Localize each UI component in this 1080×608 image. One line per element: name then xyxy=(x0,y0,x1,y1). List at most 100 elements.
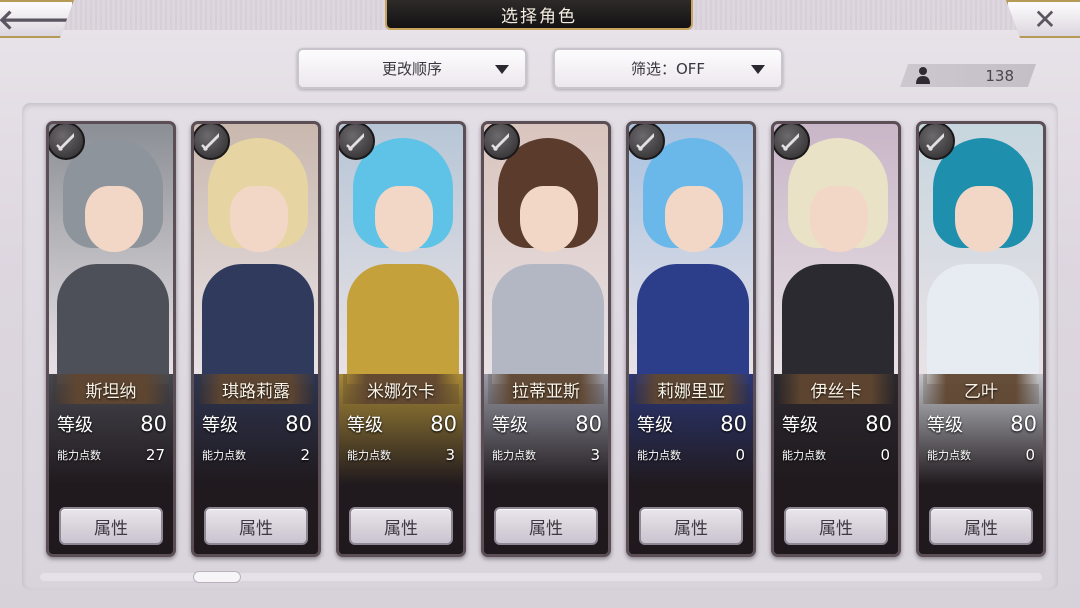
ability-points-label: 能力点数 xyxy=(637,449,681,462)
portrait-face xyxy=(665,186,723,252)
ability-points-value: 0 xyxy=(1025,446,1035,464)
ability-points-value: 27 xyxy=(145,446,165,464)
level-label: 等级 xyxy=(347,415,383,436)
level-label: 等级 xyxy=(202,415,238,436)
character-name: 拉蒂亚斯 xyxy=(488,374,604,404)
character-name: 乙叶 xyxy=(923,374,1039,404)
scrollbar-thumb[interactable] xyxy=(193,571,241,583)
character-count-value: 138 xyxy=(985,66,1014,85)
close-icon: ✕ xyxy=(1033,2,1057,36)
caret-down-icon xyxy=(495,65,509,74)
character-card[interactable]: 伊丝卡 等级 80 能力点数 0 属性 xyxy=(771,121,901,557)
level-label: 等级 xyxy=(927,415,963,436)
page-title: 选择角色 xyxy=(385,0,693,30)
ability-points-label: 能力点数 xyxy=(57,449,101,462)
character-card[interactable]: 斯坦纳 等级 80 能力点数 27 属性 xyxy=(46,121,176,557)
level-value: 80 xyxy=(575,412,602,436)
character-portrait xyxy=(484,124,608,384)
portrait-face xyxy=(520,186,578,252)
portrait-body xyxy=(782,264,894,384)
sword-icon xyxy=(484,124,520,160)
level-label: 等级 xyxy=(637,415,673,436)
level-value: 80 xyxy=(285,412,312,436)
character-name: 米娜尔卡 xyxy=(343,374,459,404)
character-name: 伊丝卡 xyxy=(778,374,894,404)
level-label: 等级 xyxy=(782,415,818,436)
character-portrait xyxy=(774,124,898,384)
character-portrait xyxy=(629,124,753,384)
portrait-body xyxy=(347,264,459,384)
portrait-body xyxy=(202,264,314,384)
level-value: 80 xyxy=(430,412,457,436)
portrait-face xyxy=(955,186,1013,252)
character-portrait xyxy=(919,124,1043,384)
arrow-left-icon: 🡐 xyxy=(0,3,73,36)
ability-points-row: 能力点数 0 xyxy=(927,444,1035,466)
ability-points-value: 2 xyxy=(300,446,310,464)
portrait-face xyxy=(375,186,433,252)
level-row: 等级 80 xyxy=(202,410,312,438)
sort-dropdown[interactable]: 更改顺序 xyxy=(297,48,527,89)
character-name: 莉娜里亚 xyxy=(633,374,749,404)
level-row: 等级 80 xyxy=(637,410,747,438)
level-row: 等级 80 xyxy=(492,410,602,438)
ability-points-row: 能力点数 2 xyxy=(202,444,310,466)
attributes-button[interactable]: 属性 xyxy=(494,507,598,545)
portrait-body xyxy=(492,264,604,384)
portrait-face xyxy=(85,186,143,252)
level-label: 等级 xyxy=(492,415,528,436)
ability-points-row: 能力点数 27 xyxy=(57,444,165,466)
ability-points-label: 能力点数 xyxy=(202,449,246,462)
character-card[interactable]: 乙叶 等级 80 能力点数 0 属性 xyxy=(916,121,1046,557)
character-name: 斯坦纳 xyxy=(53,374,169,404)
character-card[interactable]: 米娜尔卡 等级 80 能力点数 3 属性 xyxy=(336,121,466,557)
attributes-button[interactable]: 属性 xyxy=(59,507,163,545)
attributes-button[interactable]: 属性 xyxy=(349,507,453,545)
sword-icon xyxy=(194,124,230,160)
character-card[interactable]: 琪路莉露 等级 80 能力点数 2 属性 xyxy=(191,121,321,557)
sword-icon xyxy=(629,124,665,160)
person-icon xyxy=(916,67,930,84)
ability-points-value: 0 xyxy=(880,446,890,464)
close-button[interactable]: ✕ xyxy=(1006,0,1080,38)
character-portrait xyxy=(339,124,463,384)
attributes-button[interactable]: 属性 xyxy=(204,507,308,545)
ability-points-label: 能力点数 xyxy=(492,449,536,462)
portrait-face xyxy=(810,186,868,252)
scrollbar-track[interactable] xyxy=(40,573,1042,581)
sword-icon xyxy=(339,124,375,160)
portrait-body xyxy=(927,264,1039,384)
sort-label: 更改顺序 xyxy=(381,60,442,78)
attributes-button[interactable]: 属性 xyxy=(639,507,743,545)
ability-points-value: 3 xyxy=(445,446,455,464)
level-row: 等级 80 xyxy=(347,410,457,438)
caret-down-icon xyxy=(751,65,765,74)
ability-points-row: 能力点数 3 xyxy=(492,444,600,466)
level-value: 80 xyxy=(1010,412,1037,436)
ability-points-value: 0 xyxy=(735,446,745,464)
portrait-body xyxy=(57,264,169,384)
sword-icon xyxy=(49,124,85,160)
level-value: 80 xyxy=(140,412,167,436)
filter-dropdown[interactable]: 筛选：OFF xyxy=(553,48,783,89)
ability-points-value: 3 xyxy=(590,446,600,464)
character-portrait xyxy=(49,124,173,384)
back-button[interactable]: 🡐 xyxy=(0,0,74,38)
attributes-button[interactable]: 属性 xyxy=(929,507,1033,545)
ability-points-row: 能力点数 0 xyxy=(782,444,890,466)
character-card[interactable]: 拉蒂亚斯 等级 80 能力点数 3 属性 xyxy=(481,121,611,557)
ability-points-label: 能力点数 xyxy=(347,449,391,462)
ability-points-row: 能力点数 0 xyxy=(637,444,745,466)
level-label: 等级 xyxy=(57,415,93,436)
level-value: 80 xyxy=(865,412,892,436)
level-row: 等级 80 xyxy=(57,410,167,438)
ability-points-label: 能力点数 xyxy=(782,449,826,462)
ability-points-row: 能力点数 3 xyxy=(347,444,455,466)
attributes-button[interactable]: 属性 xyxy=(784,507,888,545)
sword-icon xyxy=(919,124,955,160)
character-card[interactable]: 莉娜里亚 等级 80 能力点数 0 属性 xyxy=(626,121,756,557)
character-name: 琪路莉露 xyxy=(198,374,314,404)
sword-icon xyxy=(774,124,810,160)
level-row: 等级 80 xyxy=(927,410,1037,438)
level-row: 等级 80 xyxy=(782,410,892,438)
